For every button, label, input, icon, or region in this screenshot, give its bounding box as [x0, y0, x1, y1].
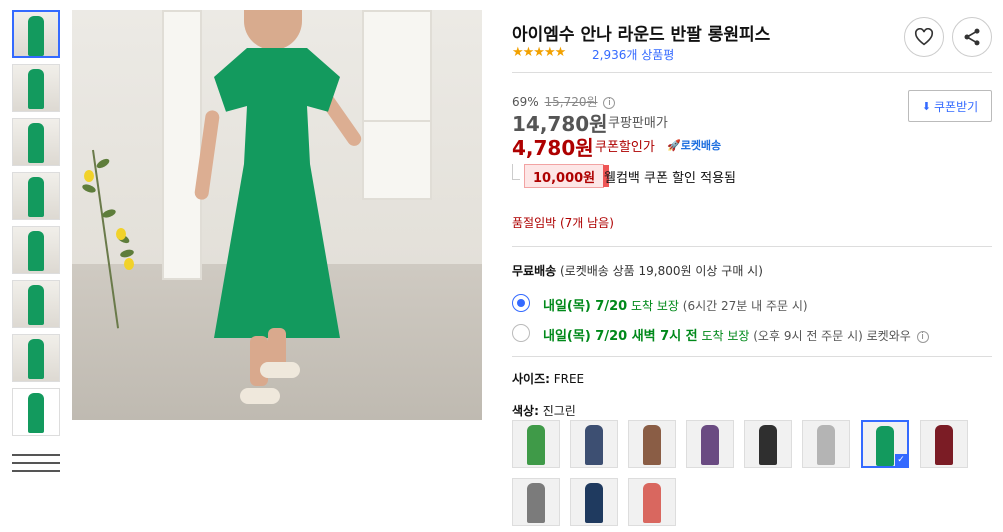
coupon-download-button[interactable]: ⬇ 쿠폰받기 [908, 90, 992, 122]
divider [512, 356, 992, 357]
coupon-price: 4,780원 [512, 136, 594, 160]
divider [512, 246, 992, 247]
original-price: 15,720원 [544, 95, 598, 109]
delivery-guarantee: 도착 보장 [697, 329, 750, 343]
discount-rate: 69% [512, 95, 539, 109]
sandal [240, 388, 280, 404]
coupon-price-label: 쿠폰할인가 [595, 140, 655, 155]
info-icon[interactable]: i [916, 330, 929, 343]
size-selector[interactable]: 사이즈: FREE [512, 370, 584, 387]
color-selector-label: 색상: 진그린 [512, 402, 576, 419]
wall-shelf [162, 10, 202, 280]
thumbnail-5[interactable] [12, 226, 60, 274]
thumbnail-2[interactable] [12, 64, 60, 112]
color-value: 진그린 [538, 404, 576, 418]
review-count-link[interactable]: 2,936개 상품평 [592, 46, 674, 63]
share-button[interactable] [952, 17, 992, 57]
color-option[interactable] [802, 420, 850, 468]
thumbnail-4[interactable] [12, 172, 60, 220]
size-label: 사이즈: [512, 372, 550, 386]
delivery-guarantee: 도착 보장 [627, 299, 679, 313]
green-dress [214, 48, 340, 338]
sandal [260, 362, 300, 378]
shipping-condition: (로켓배송 상품 19,800원 이상 구매 시) [556, 264, 763, 278]
shipping-title: 무료배송 (로켓배송 상품 19,800원 이상 구매 시) [512, 262, 763, 279]
plant-branch [92, 149, 120, 329]
plant-leaf [95, 156, 111, 171]
model-neck [244, 10, 302, 50]
wall-shelf [362, 120, 432, 200]
download-icon: ⬇ [921, 99, 932, 113]
rocket-wow-label: 로켓와우 [862, 329, 911, 343]
shipping-option-1[interactable]: 내일(목) 7/20 도착 보장 (6시간 27분 내 주문 시) [543, 295, 808, 314]
size-value: FREE [549, 372, 585, 386]
divider [512, 72, 992, 73]
color-option[interactable] [686, 420, 734, 468]
rating-stars: ★★★★★ [512, 45, 566, 60]
shipping-option-2[interactable]: 내일(목) 7/20 새벽 7시 전 도착 보장 (오후 9시 전 주문 시) … [543, 325, 929, 344]
welcome-coupon-amount: 10,000원 [524, 164, 610, 188]
free-shipping-label: 무료배송 [512, 264, 557, 278]
color-option[interactable] [570, 420, 618, 468]
plant-leaf [101, 207, 117, 220]
stock-warning: 품절임박 (7개 남음) [512, 216, 614, 230]
color-option[interactable] [512, 478, 560, 526]
thumbnail-6[interactable] [12, 280, 60, 328]
delivery-date: 내일(목) 7/20 [543, 299, 628, 314]
model-leg [250, 336, 268, 386]
rocket-delivery-badge: 🚀로켓배송 [667, 139, 722, 152]
lemon [84, 170, 94, 182]
plant-leaf [81, 182, 97, 195]
color-option[interactable] [920, 420, 968, 468]
color-option[interactable] [744, 420, 792, 468]
thumbnail-8[interactable] [12, 388, 60, 436]
thumbnail-1[interactable] [12, 10, 60, 58]
main-product-image[interactable] [72, 10, 482, 420]
shipping-option-radio-2[interactable] [512, 324, 530, 342]
order-deadline: (6시간 27분 내 주문 시) [678, 299, 808, 313]
color-option[interactable] [512, 420, 560, 468]
lemon [124, 258, 134, 270]
thumbnail-9[interactable] [12, 448, 60, 478]
check-icon: ✓ [895, 454, 907, 466]
color-option[interactable] [628, 478, 676, 526]
thumbnail-7[interactable] [12, 334, 60, 382]
product-title: 아이엠수 안나 라운드 반팔 롱원피스 [512, 25, 771, 45]
color-option[interactable] [570, 478, 618, 526]
lemon [116, 228, 126, 240]
share-icon [964, 28, 980, 46]
color-label: 색상: [512, 404, 539, 418]
color-option-selected[interactable]: ✓ [861, 420, 909, 468]
heart-icon [914, 28, 934, 46]
wishlist-button[interactable] [904, 17, 944, 57]
coupon-button-label: 쿠폰받기 [934, 99, 979, 114]
color-option[interactable] [628, 420, 676, 468]
tree-connector [512, 164, 520, 180]
welcome-coupon-text: 웰컴백 쿠폰 할인 적용됨 [604, 171, 736, 186]
product-page: 아이엠수 안나 라운드 반팔 롱원피스 ★★★★★ 2,936개 상품평 69%… [0, 0, 1003, 532]
order-deadline: (오후 9시 전 주문 시) [749, 329, 863, 343]
info-icon[interactable]: i [603, 96, 616, 109]
thumbnail-3[interactable] [12, 118, 60, 166]
thumbnail-list [12, 10, 62, 484]
sale-price-label: 쿠팡판매가 [608, 116, 668, 131]
shipping-option-radio-1[interactable] [512, 294, 530, 312]
delivery-date: 내일(목) 7/20 새벽 7시 전 [543, 329, 698, 344]
